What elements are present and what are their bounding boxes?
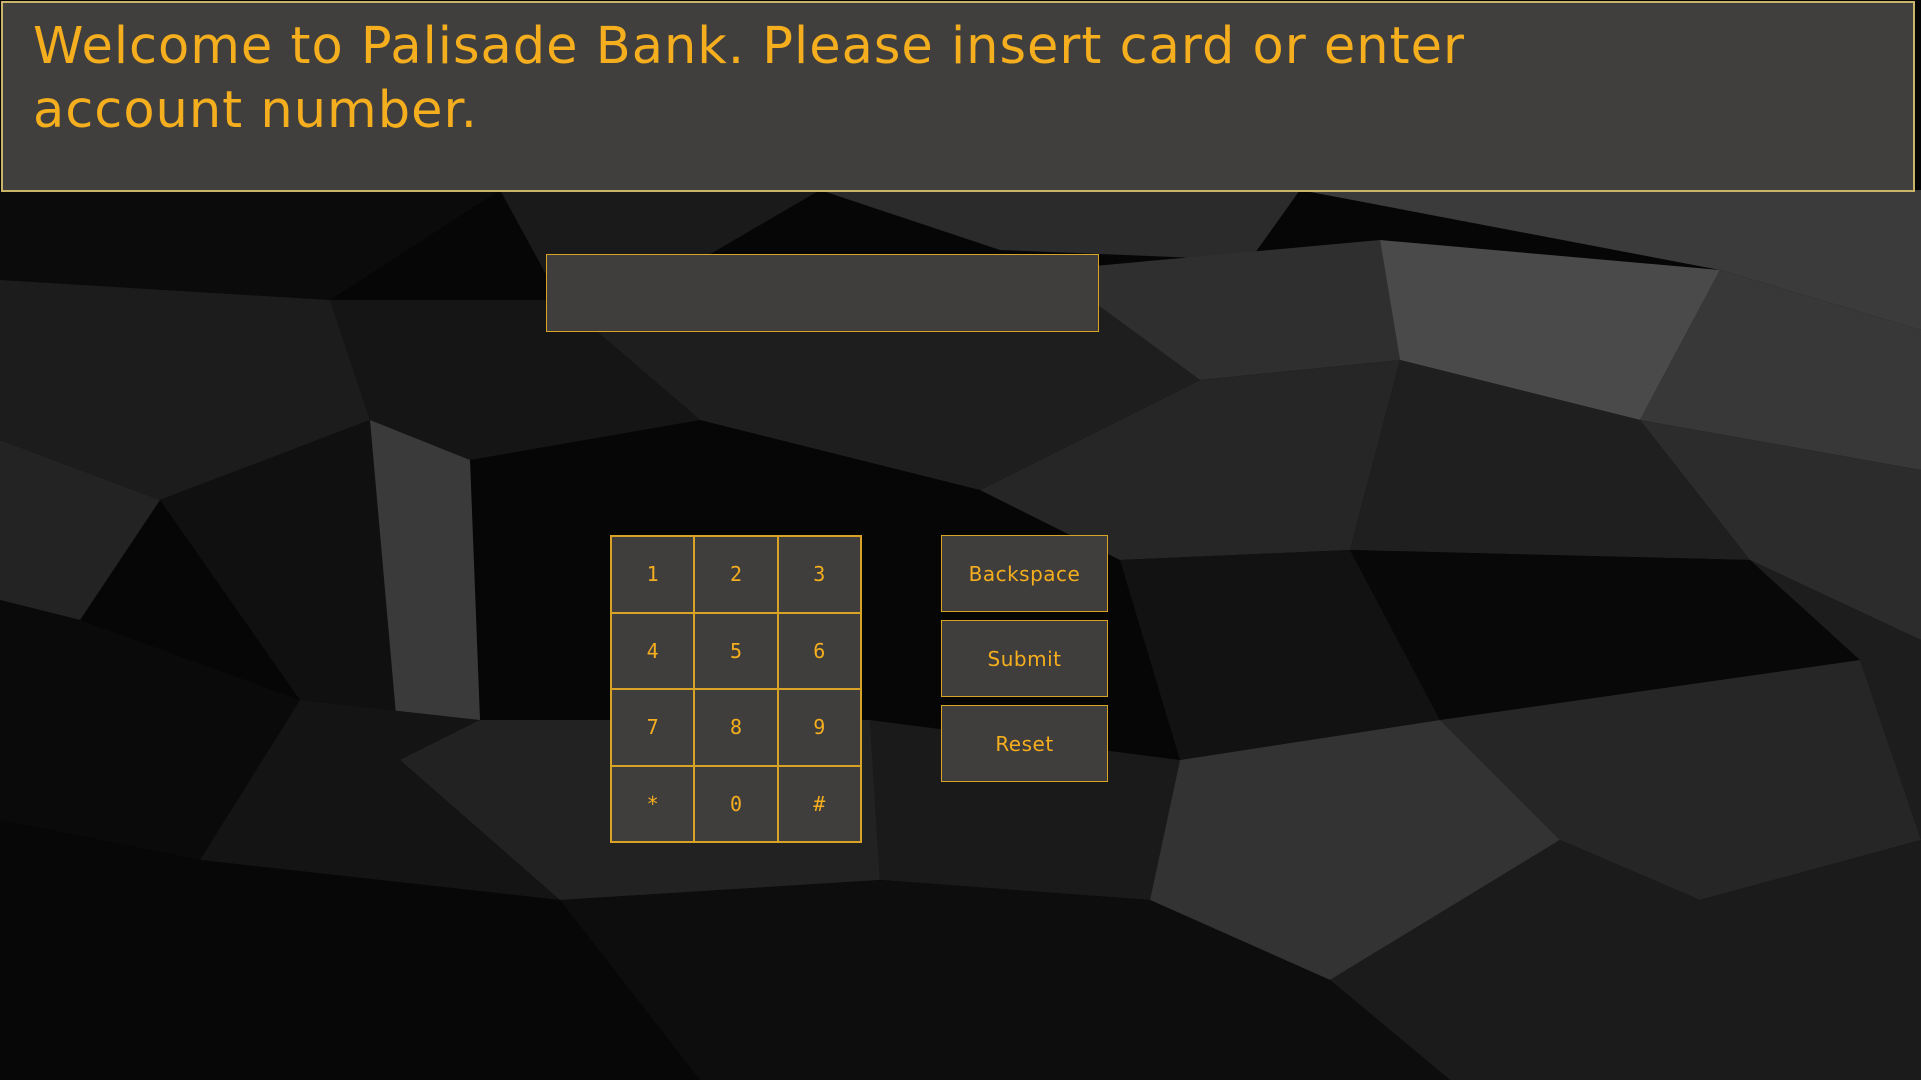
keypad-key-3[interactable]: 3 — [777, 536, 861, 613]
keypad-key-hash[interactable]: # — [777, 765, 861, 842]
welcome-banner: Welcome to Palisade Bank. Please insert … — [1, 1, 1915, 192]
keypad-key-1[interactable]: 1 — [611, 536, 695, 613]
reset-button[interactable]: Reset — [941, 705, 1108, 782]
numeric-keypad: 1 2 3 4 5 6 7 8 9 * 0 # — [610, 535, 862, 843]
keypad-key-7[interactable]: 7 — [611, 689, 695, 766]
keypad-key-0[interactable]: 0 — [694, 765, 778, 842]
keypad-key-star[interactable]: * — [611, 765, 695, 842]
keypad-key-6[interactable]: 6 — [777, 612, 861, 689]
backspace-button[interactable]: Backspace — [941, 535, 1108, 612]
welcome-message: Welcome to Palisade Bank. Please insert … — [33, 17, 1465, 140]
keypad-key-5[interactable]: 5 — [694, 612, 778, 689]
keypad-key-2[interactable]: 2 — [694, 536, 778, 613]
keypad-key-9[interactable]: 9 — [777, 689, 861, 766]
keypad-key-4[interactable]: 4 — [611, 612, 695, 689]
submit-button[interactable]: Submit — [941, 620, 1108, 697]
keypad-key-8[interactable]: 8 — [694, 689, 778, 766]
account-number-input[interactable] — [546, 254, 1099, 332]
